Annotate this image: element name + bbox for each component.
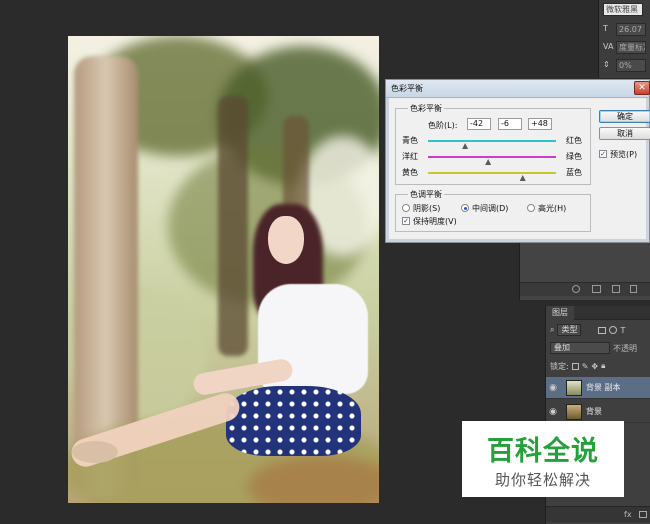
levels-label: 色阶(L):	[428, 121, 458, 130]
font-style-field[interactable]: 微软雅黑	[603, 2, 643, 16]
slider-left-label: 洋红	[402, 152, 418, 161]
preserve-luminosity-label[interactable]: 保持明度(V)	[413, 216, 457, 227]
layer-name[interactable]: 背景 副本	[586, 382, 621, 393]
cancel-button[interactable]: 取消	[599, 127, 650, 140]
canvas-photo[interactable]	[68, 36, 379, 503]
level-input-magenta-green[interactable]: -6	[498, 118, 522, 130]
layers-footer: fx	[546, 506, 650, 522]
layer-thumbnail	[566, 403, 582, 420]
tone-midtones-radio[interactable]	[461, 204, 469, 212]
lock-brush-icon[interactable]: ✎	[582, 362, 589, 371]
level-input-yellow-blue[interactable]: +48	[528, 118, 552, 130]
skirt	[226, 386, 361, 456]
slider-right-label: 绿色	[566, 152, 582, 161]
tab-layers[interactable]: 图层	[546, 306, 574, 320]
dialog-titlebar[interactable]: 色彩平衡	[386, 80, 649, 98]
footer-icon[interactable]	[592, 285, 601, 293]
filter-type-icon[interactable]: T	[620, 326, 625, 335]
watermark-subtitle: 助你轻松解决	[494, 471, 591, 489]
dialog-title: 色彩平衡	[391, 84, 423, 93]
lock-move-icon[interactable]: ✥	[591, 362, 598, 371]
opacity-label: 不透明	[613, 343, 637, 353]
lock-all-icon[interactable]: 🔒︎	[601, 361, 605, 371]
footer-icon[interactable]	[612, 285, 620, 293]
group-title: 色彩平衡	[408, 103, 444, 114]
color-balance-dialog: 色彩平衡 ✕ 色彩平衡 色阶(L): -42 -6 +48 色调平衡 阴影(S)…	[385, 79, 650, 243]
font-size-icon: T	[603, 24, 608, 33]
tone-shadows-label[interactable]: 阴影(S)	[413, 203, 440, 214]
preserve-luminosity-checkbox[interactable]: ✓	[402, 217, 410, 225]
fx-icon[interactable]: fx	[624, 510, 632, 519]
slider-left-label: 青色	[402, 136, 418, 145]
lock-label: 锁定:	[550, 361, 569, 371]
layer-row-background[interactable]: ◉ 背景	[546, 401, 650, 423]
tone-highlights-radio[interactable]	[527, 204, 535, 212]
color-slider-track[interactable]	[428, 172, 556, 174]
layers-tabbar: 图层	[546, 306, 650, 320]
layer-name[interactable]: 背景	[586, 406, 602, 417]
close-icon[interactable]: ✕	[634, 81, 650, 95]
watermark-title: 百科全说	[487, 436, 599, 467]
level-input-cyan-red[interactable]: -42	[467, 118, 491, 130]
character-panel: 微软雅黑 T 26.07 点 VA 度量标准 ⇕ 0%	[598, 0, 650, 78]
lock-transparent-icon[interactable]	[571, 362, 579, 370]
preview-label[interactable]: 预览(P)	[610, 149, 637, 160]
font-size-field[interactable]: 26.07 点	[616, 22, 646, 36]
preview-checkbox[interactable]: ✓	[599, 150, 607, 158]
group-title: 色调平衡	[408, 189, 444, 200]
adjustments-panel	[519, 240, 650, 300]
visibility-eye-icon[interactable]: ◉	[546, 383, 560, 393]
filter-image-icon[interactable]	[598, 326, 607, 334]
tone-highlights-label[interactable]: 高光(H)	[538, 203, 566, 214]
visibility-eye-icon[interactable]: ◉	[546, 407, 560, 417]
color-slider-track[interactable]	[428, 140, 556, 142]
panel-footer	[520, 282, 650, 296]
filter-kind-dropdown[interactable]: 类型	[557, 324, 582, 336]
tone-midtones-label[interactable]: 中间调(D)	[472, 203, 508, 214]
color-slider-track[interactable]	[428, 156, 556, 158]
ok-button[interactable]: 确定	[599, 110, 650, 123]
slider-right-label: 红色	[566, 136, 582, 145]
blend-mode-dropdown[interactable]: 叠加	[550, 342, 610, 354]
kerning-icon: VA	[603, 42, 614, 51]
mask-icon[interactable]	[639, 511, 647, 518]
kerning-field[interactable]: 度量标准	[616, 40, 646, 54]
scale-icon: ⇕	[603, 60, 610, 69]
layer-row-copy[interactable]: ◉ 背景 副本	[546, 377, 650, 399]
slider-left-label: 黄色	[402, 168, 418, 177]
filter-adjust-icon[interactable]	[609, 326, 618, 334]
slider-right-label: 蓝色	[566, 168, 582, 177]
filter-search-icon: ⌕	[550, 325, 555, 334]
face	[268, 216, 304, 264]
footer-icon[interactable]	[572, 285, 580, 293]
layer-thumbnail	[566, 379, 582, 396]
tree-trunk	[218, 96, 248, 356]
trash-icon[interactable]	[630, 285, 637, 293]
watermark-logo: 百科全说 助你轻松解决	[462, 421, 624, 497]
percent-field[interactable]: 0%	[616, 58, 646, 72]
tone-shadows-radio[interactable]	[402, 204, 410, 212]
shoe	[72, 441, 118, 463]
